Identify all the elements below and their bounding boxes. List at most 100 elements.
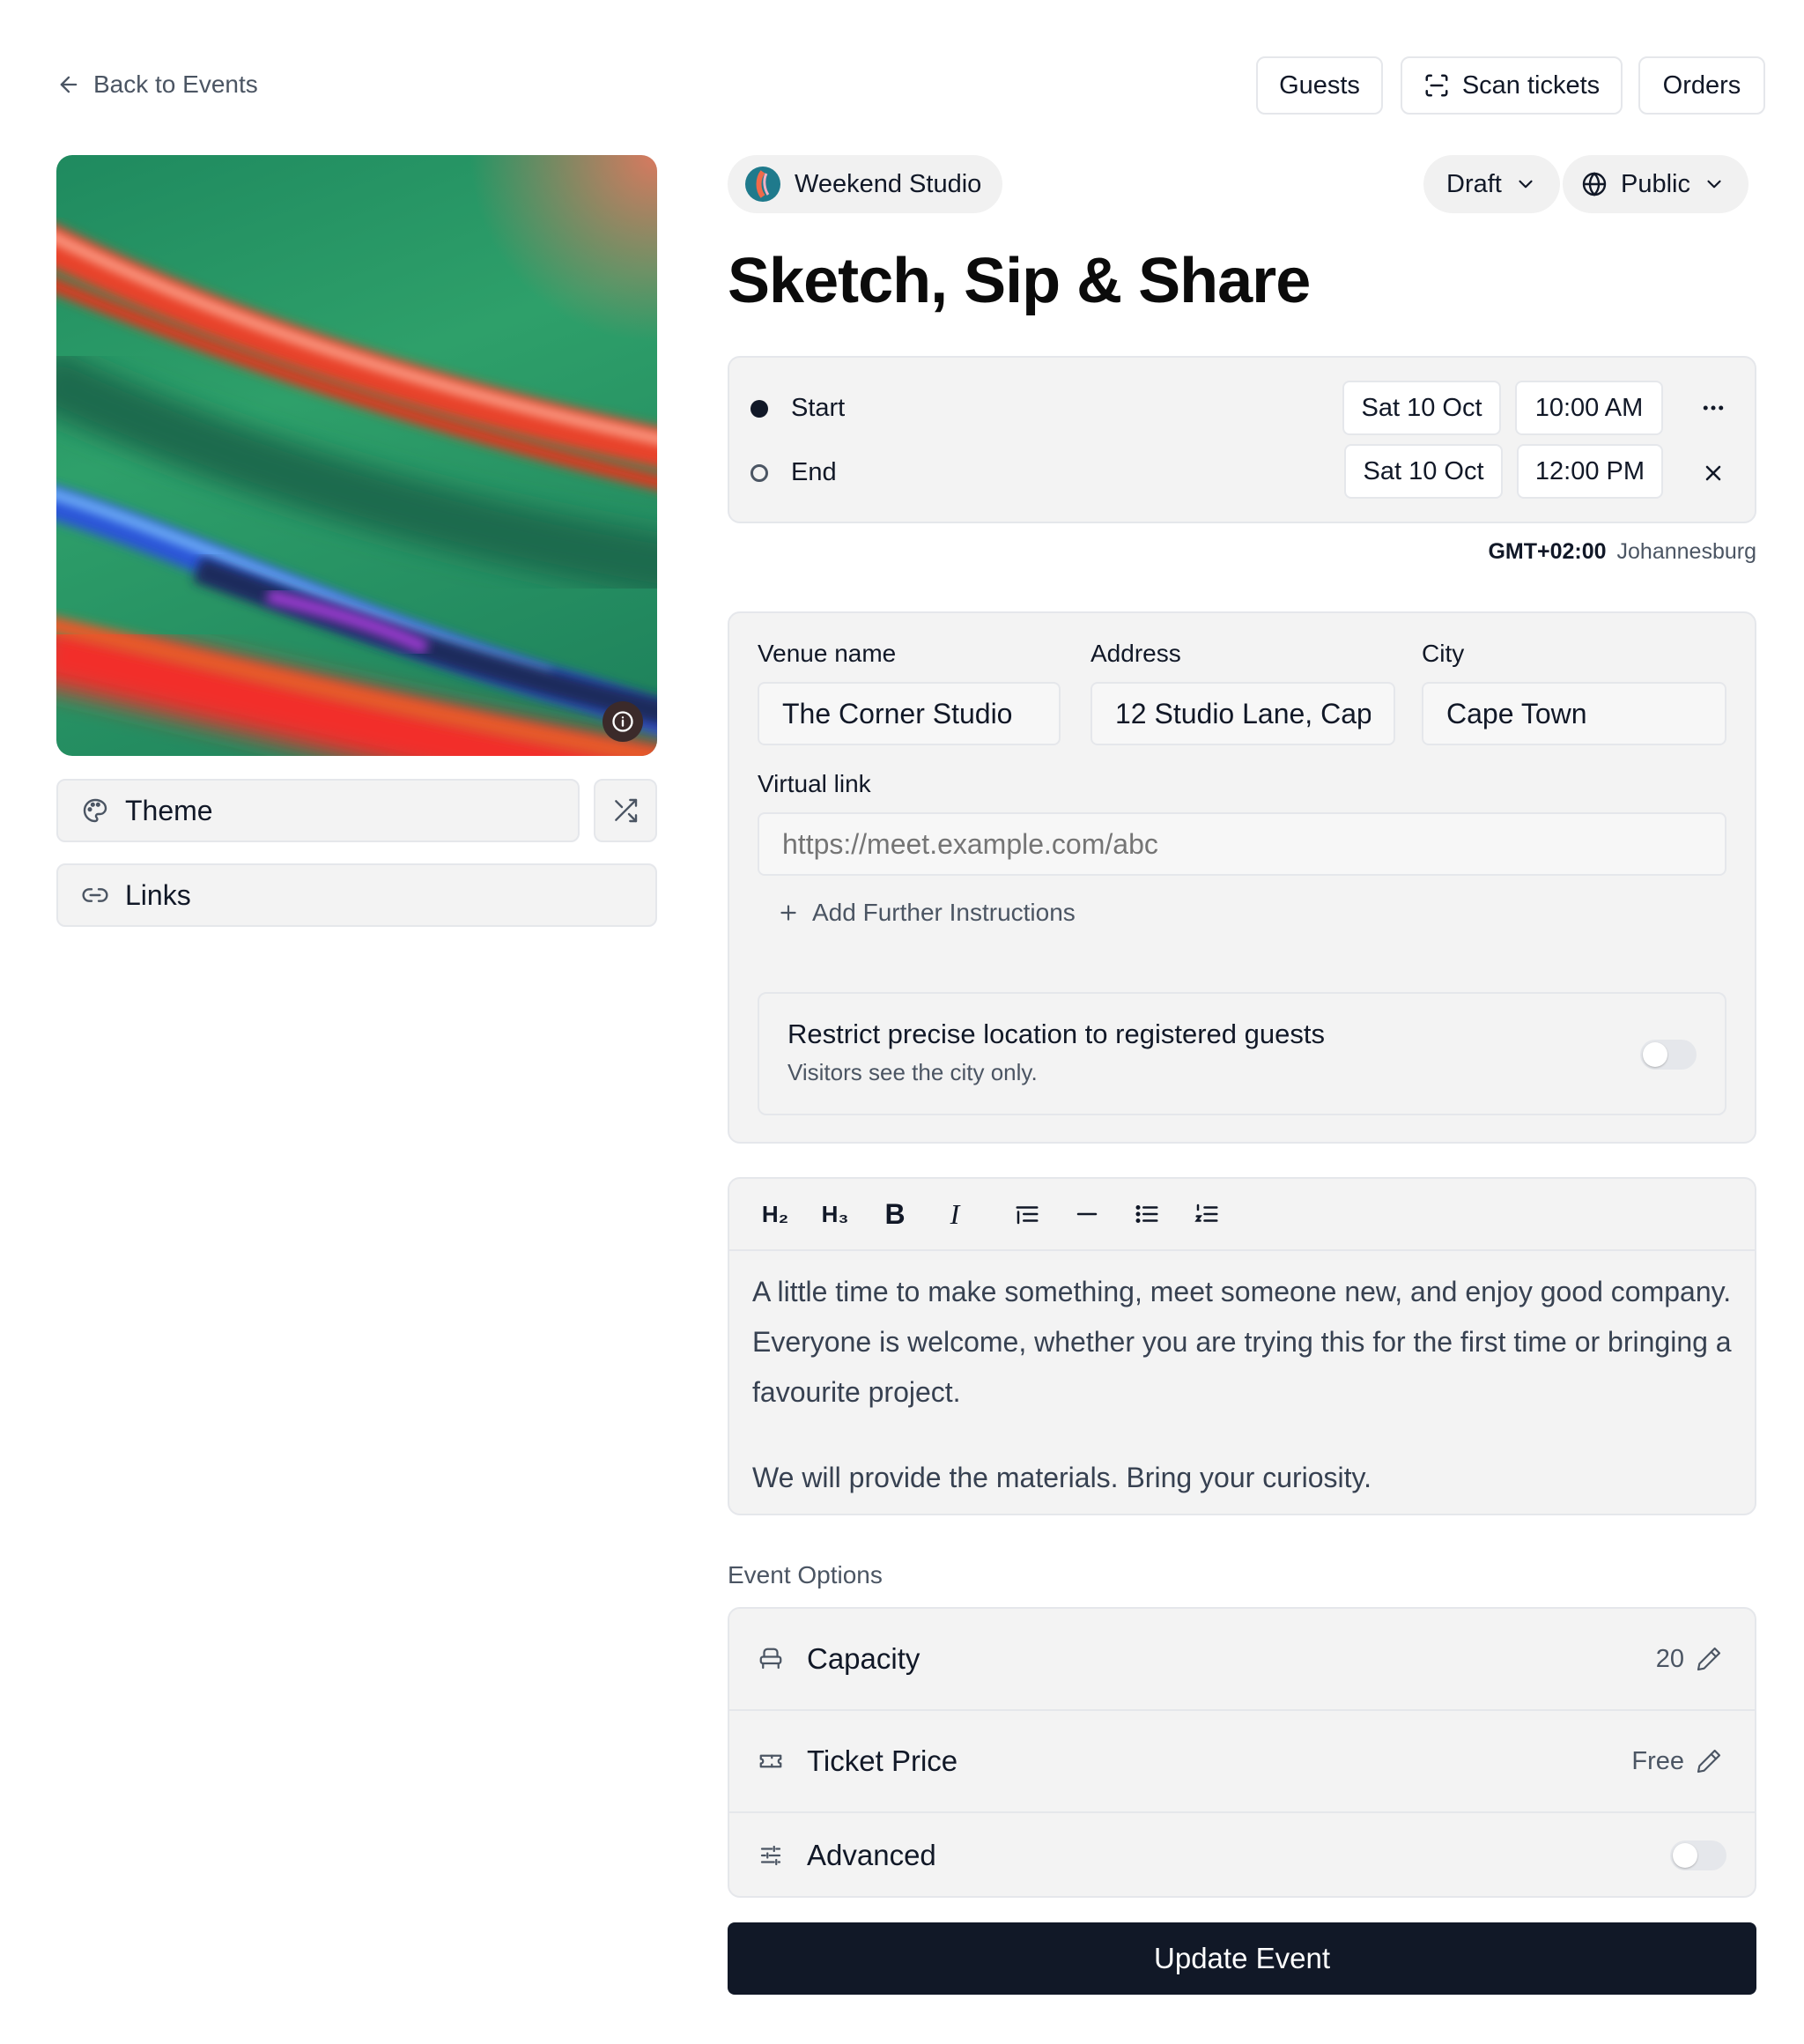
scan-icon [1425,74,1448,97]
advanced-label: Advanced [807,1839,936,1871]
event-options-heading: Event Options [728,1561,883,1589]
capacity-label: Capacity [807,1642,920,1675]
address-input[interactable] [1091,682,1395,745]
capacity-value: 20 [1655,1644,1684,1673]
ticket-price-row[interactable]: Ticket Price Free [729,1711,1755,1811]
sliders-icon [760,1845,781,1866]
restrict-location-setting: Restrict precise location to registered … [758,992,1726,1115]
palette-icon [83,798,107,823]
end-date-button[interactable]: Sat 10 Oct [1344,444,1503,499]
location-panel: Venue name Address City Virtual link Add… [728,611,1756,1144]
theme-button[interactable]: Theme [56,779,580,842]
plus-icon [780,905,796,921]
blockquote-button[interactable] [1006,1193,1048,1235]
start-time-button[interactable]: 10:00 AM [1515,381,1663,435]
city-input[interactable] [1422,682,1726,745]
orders-label: Orders [1662,70,1741,100]
virtual-link-input[interactable] [758,812,1726,876]
more-options-button[interactable] [1689,384,1737,432]
description-editor: H₂ H₃ B I A little time to make somethin… [728,1177,1756,1515]
event-options-panel: Capacity 20 Ticket Price Free Advanced [728,1607,1756,1898]
more-horizontal-icon [1703,405,1724,411]
start-label: Start [791,394,846,422]
close-icon [1705,465,1721,481]
virtual-link-label: Virtual link [758,770,871,797]
visibility-value: Public [1621,169,1690,198]
image-info-button[interactable] [603,701,643,742]
numbered-list-button[interactable] [1186,1193,1228,1235]
links-label: Links [125,878,191,911]
toggle-knob [1643,1042,1667,1067]
address-label: Address [1091,640,1181,667]
divider-button[interactable] [1066,1193,1108,1235]
back-to-events-link[interactable]: Back to Events [56,67,258,102]
info-icon [612,711,633,732]
ticket-price-value: Free [1631,1746,1684,1775]
advanced-toggle[interactable] [1670,1840,1726,1870]
ticket-icon [759,1754,782,1768]
pencil-icon[interactable] [1695,1645,1723,1673]
back-to-events-label: Back to Events [93,70,258,98]
blockquote-icon [1016,1206,1039,1225]
theme-label: Theme [125,794,213,826]
restrict-location-toggle[interactable] [1640,1040,1697,1070]
bold-button[interactable]: B [874,1193,916,1235]
restrict-location-title: Restrict precise location to registered … [787,1018,1325,1049]
italic-button[interactable]: I [934,1193,976,1235]
remove-end-button[interactable] [1689,449,1737,497]
editor-toolbar: H₂ H₃ B I [729,1179,1755,1251]
scan-tickets-label: Scan tickets [1461,70,1601,100]
timezone-city: Johannesburg [1616,539,1756,564]
description-body[interactable]: A little time to make something, meet so… [752,1267,1735,1503]
shuffle-icon [615,798,638,823]
link-icon [82,888,108,902]
description-paragraph: A little time to make something, meet so… [752,1276,1732,1408]
heading-2-button[interactable]: H₂ [754,1193,796,1235]
city-label: City [1422,640,1465,667]
pencil-icon[interactable] [1695,1747,1723,1775]
chevron-down-icon [1707,180,1721,189]
visibility-dropdown[interactable]: Public [1563,155,1749,213]
toggle-knob [1673,1843,1697,1868]
chevron-down-icon [1519,180,1533,189]
capacity-row[interactable]: Capacity 20 [729,1609,1755,1709]
add-instructions-button[interactable]: Add Further Instructions [777,899,1076,927]
restrict-location-subtitle: Visitors see the city only. [787,1059,1038,1085]
start-dot-icon [750,400,768,418]
scan-tickets-button[interactable]: Scan tickets [1401,56,1623,115]
status-value: Draft [1446,169,1502,198]
globe-icon [1582,172,1607,196]
start-date-button[interactable]: Sat 10 Oct [1342,381,1501,435]
end-time-button[interactable]: 12:00 PM [1517,444,1663,499]
schedule-panel: Start Sat 10 Oct 10:00 AM End Sat 10 Oct… [728,356,1756,523]
end-label: End [791,458,837,486]
arrow-left-icon [60,76,78,93]
venue-name-input[interactable] [758,682,1061,745]
organizer-name: Weekend Studio [795,169,982,198]
status-dropdown[interactable]: Draft [1423,155,1560,213]
update-event-button[interactable]: Update Event [728,1922,1756,1995]
orders-button[interactable]: Orders [1638,56,1765,115]
guests-button[interactable]: Guests [1256,56,1383,115]
timezone-selector[interactable]: GMT+02:00 Johannesburg [1488,539,1756,565]
event-title[interactable]: Sketch, Sip & Share [728,245,1311,317]
chair-icon [759,1648,782,1670]
add-instructions-label: Add Further Instructions [812,899,1076,926]
shuffle-theme-button[interactable] [594,779,657,842]
links-button[interactable]: Links [56,863,657,927]
organizer-avatar [745,167,780,202]
event-cover-image[interactable] [56,155,657,756]
cover-artwork [56,225,657,756]
venue-name-label: Venue name [758,640,897,667]
heading-3-button[interactable]: H₃ [814,1193,856,1235]
horizontal-rule-icon [1076,1212,1098,1216]
description-paragraph: We will provide the materials. Bring you… [752,1462,1372,1493]
bullet-list-button[interactable] [1126,1193,1168,1235]
ticket-price-label: Ticket Price [807,1744,958,1777]
end-dot-icon [750,464,768,482]
numbered-list-icon [1194,1203,1218,1222]
timezone-offset: GMT+02:00 [1488,539,1607,564]
advanced-row[interactable]: Advanced [729,1813,1755,1898]
organizer-chip[interactable]: Weekend Studio [728,155,1003,213]
bullet-list-icon [1135,1205,1158,1223]
